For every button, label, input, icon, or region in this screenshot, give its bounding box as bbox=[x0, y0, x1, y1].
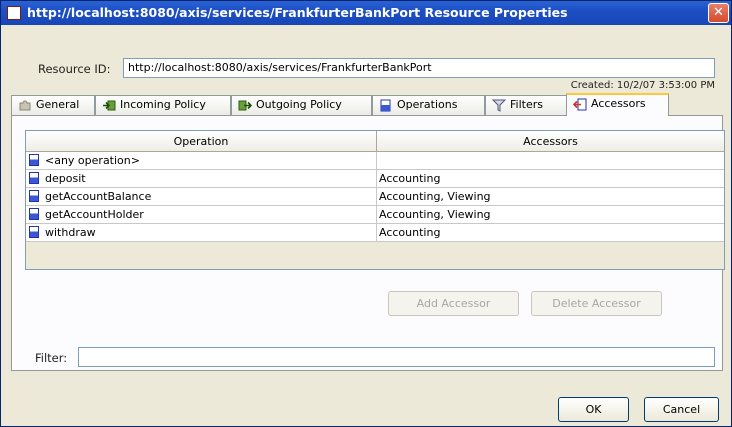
operation-icon bbox=[29, 208, 39, 220]
operation-name: deposit bbox=[45, 172, 86, 185]
operation-cell: withdraw bbox=[26, 224, 377, 242]
operation-icon bbox=[29, 154, 39, 166]
tab-incoming-policy[interactable]: Incoming Policy bbox=[95, 95, 231, 115]
operation-icon bbox=[380, 99, 391, 112]
operation-name: <any operation> bbox=[45, 154, 140, 167]
dialog-body: Resource ID: http://localhost:8080/axis/… bbox=[1, 25, 731, 426]
tab-general[interactable]: General bbox=[11, 95, 95, 115]
table-row[interactable]: <any operation> bbox=[26, 152, 724, 170]
delete-accessor-button[interactable]: Delete Accessor bbox=[531, 291, 662, 316]
operation-cell: getAccountBalance bbox=[26, 188, 377, 206]
close-button[interactable]: ✕ bbox=[708, 3, 729, 23]
tab-outgoing-policy[interactable]: Outgoing Policy bbox=[231, 95, 372, 115]
accessor-icon bbox=[573, 98, 587, 111]
tab-outgoing-policy-label: Outgoing Policy bbox=[256, 98, 342, 111]
accessors-cell: Accounting bbox=[377, 170, 724, 188]
operation-icon bbox=[29, 190, 39, 202]
operation-icon bbox=[29, 172, 39, 184]
operation-icon bbox=[29, 226, 39, 238]
puzzle-icon bbox=[19, 100, 31, 111]
operation-name: withdraw bbox=[45, 226, 96, 239]
title-bar[interactable]: http://localhost:8080/axis/services/Fran… bbox=[1, 1, 731, 25]
accessors-cell: Accounting, Viewing bbox=[377, 206, 724, 224]
funnel-icon bbox=[492, 99, 506, 112]
tab-filters-label: Filters bbox=[510, 98, 543, 111]
window-title: http://localhost:8080/axis/services/Fran… bbox=[27, 5, 568, 20]
close-icon: ✕ bbox=[713, 5, 724, 20]
resource-id-label: Resource ID: bbox=[38, 62, 111, 76]
ok-button[interactable]: OK bbox=[558, 397, 629, 422]
tab-accessors[interactable]: Accessors bbox=[566, 93, 669, 116]
accessors-cell: Accounting, Viewing bbox=[377, 188, 724, 206]
tab-filters[interactable]: Filters bbox=[485, 95, 567, 115]
table-row[interactable]: getAccountBalance Accounting, Viewing bbox=[26, 188, 724, 206]
operation-cell: deposit bbox=[26, 170, 377, 188]
accessors-cell: Accounting bbox=[377, 224, 724, 242]
incoming-arrow-icon bbox=[103, 100, 116, 111]
accessors-panel: Operation Accessors <any operation> depo… bbox=[11, 115, 725, 371]
operation-name: getAccountHolder bbox=[45, 208, 144, 221]
accessors-table: Operation Accessors <any operation> depo… bbox=[25, 130, 725, 270]
tab-incoming-policy-label: Incoming Policy bbox=[120, 98, 206, 111]
table-row[interactable]: getAccountHolder Accounting, Viewing bbox=[26, 206, 724, 224]
outgoing-arrow-icon bbox=[238, 100, 252, 111]
tab-accessors-label: Accessors bbox=[591, 97, 646, 110]
operation-name: getAccountBalance bbox=[45, 190, 152, 203]
accessors-cell bbox=[377, 152, 724, 170]
dialog-window: http://localhost:8080/axis/services/Fran… bbox=[0, 0, 732, 427]
tab-operations[interactable]: Operations bbox=[372, 95, 485, 115]
resource-id-field[interactable]: http://localhost:8080/axis/services/Fran… bbox=[123, 58, 715, 78]
operation-cell: <any operation> bbox=[26, 152, 377, 170]
tab-operations-label: Operations bbox=[397, 98, 458, 111]
created-timestamp: Created: 10/2/07 3:53:00 PM bbox=[570, 80, 715, 91]
table-row[interactable]: withdraw Accounting bbox=[26, 224, 724, 242]
column-header-operation[interactable]: Operation bbox=[26, 131, 377, 152]
table-row[interactable]: deposit Accounting bbox=[26, 170, 724, 188]
add-accessor-button[interactable]: Add Accessor bbox=[388, 291, 519, 316]
filter-input[interactable] bbox=[78, 347, 715, 367]
cancel-button[interactable]: Cancel bbox=[644, 397, 719, 422]
tab-general-label: General bbox=[36, 98, 80, 111]
filter-label: Filter: bbox=[35, 351, 68, 365]
column-header-accessors[interactable]: Accessors bbox=[377, 131, 724, 152]
app-icon bbox=[7, 6, 21, 20]
operation-cell: getAccountHolder bbox=[26, 206, 377, 224]
